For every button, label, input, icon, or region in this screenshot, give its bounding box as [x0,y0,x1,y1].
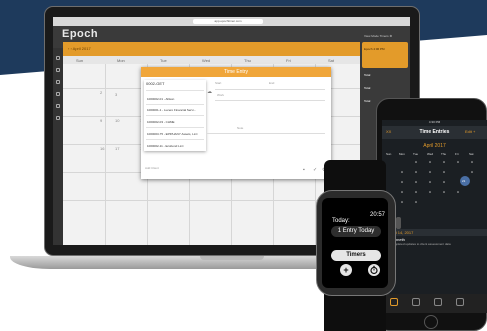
phone-home-button[interactable] [424,315,438,329]
note-field[interactable]: Note [237,126,243,130]
phone-weekday: Sun [386,152,392,156]
phone-nav-edit-button[interactable]: Edit + [465,129,475,134]
phone-weekday: Wed [427,152,434,156]
watch-timers-button[interactable]: Timers [331,250,381,261]
phone-calendar-dots [401,161,473,203]
phone-weekday: Fri [455,152,459,156]
cloud-icon: ☁ [207,89,212,95]
calendar-divider [105,64,106,245]
end-field[interactable]: End [269,81,274,85]
timer-tab-icon[interactable] [412,298,420,306]
weekday-label: Mon [117,58,125,63]
client-dropdown[interactable]: 0002-GET 1000002-01 - Allison 1000001-1 … [144,80,206,151]
app-logo: Epoch [62,28,99,40]
dropdown-option[interactable]: 1000001-1 - Lucero Financial Servi... [147,108,196,112]
check-icon[interactable]: ✓ [313,168,318,173]
dropdown-option[interactable]: 1000003-75 - EPIPHANY Assets, LLC [147,132,198,136]
calendar-weekday-row [63,56,360,64]
dropdown-option[interactable]: 1000002-03 - CHME [147,120,175,124]
clock-icon[interactable] [56,80,60,84]
time-entry-modal: Time Entry 0002-GET 1000002-01 - Allison… [141,67,331,179]
dropdown-option[interactable]: 1000002-01 - Allison [147,97,174,101]
add-client-link[interactable]: Add Client [145,166,159,170]
dropdown-option[interactable]: 1000002-11 - Ecobond LLC [147,144,184,148]
summary-card[interactable] [362,42,408,68]
phone-weekday: Mon [399,152,405,156]
dropdown-divider [146,115,204,116]
dropdown-divider [146,127,204,128]
watch-entries-pill[interactable]: 1 Entry Today [331,226,381,237]
field-underline [215,100,325,101]
weekday-label: Sat [328,58,335,63]
field-underline [215,89,325,90]
dropdown-divider [146,139,204,140]
field-underline [207,133,325,134]
day-number[interactable]: 3 [115,92,117,97]
day-number[interactable]: 9 [100,118,102,123]
calendar-tab-icon[interactable] [390,298,398,306]
dropdown-selected[interactable]: 0002-GET [146,81,164,86]
weekday-label: Thu [244,58,251,63]
calendar-icon[interactable] [56,68,60,72]
summary-row: Total [364,86,371,90]
timer-icon[interactable] [368,264,380,276]
device-showcase: app.epochtimer.com Epoch View Mode Timer… [0,0,487,331]
toolbar-month[interactable]: ‹ › April 2017 [68,46,91,51]
dropdown-divider [146,104,204,105]
calendar-toolbar [63,42,360,56]
work-field[interactable]: Work [217,93,224,97]
header-links[interactable]: View Mode Timers ⚙ [364,34,392,38]
day-number[interactable]: 10 [115,118,119,123]
summary-row: Total [364,73,371,77]
phone-weekday: Thu [441,152,447,156]
watch-crown[interactable] [396,217,401,229]
phone-weekday: Tue [413,152,419,156]
phone-month-label: April 2017 [423,143,446,149]
reports-tab-icon[interactable] [456,298,464,306]
phone-entry-description: Completed updates to client assessment d… [390,242,451,246]
phone-weekday: Sat [469,152,474,156]
modal-title: Time Entry [141,67,331,77]
settings-icon[interactable] [56,116,60,120]
weekday-label: Tue [160,58,167,63]
clients-tab-icon[interactable] [434,298,442,306]
weekday-label: Sun [76,58,84,63]
day-number[interactable]: 17 [115,146,119,151]
browser-url-field[interactable]: app.epochtimer.com [193,19,263,24]
day-number[interactable]: 2 [100,90,102,95]
phone-date-header: Fri 14, 2017 [382,229,487,236]
weekday-label: Wed [202,58,211,63]
chart-icon[interactable] [56,104,60,108]
weekday-label: Fri [286,58,291,63]
dropdown-divider [146,90,204,91]
watch-time: 20:57 [370,212,386,218]
users-icon[interactable] [56,92,60,96]
plus-icon[interactable]: + [340,264,352,276]
start-field[interactable]: Start [215,81,221,85]
watch-today-label: Today: [332,218,350,224]
home-icon[interactable] [56,56,60,60]
day-number[interactable]: 16 [100,146,104,151]
delete-icon[interactable]: ▪ [303,168,308,173]
sidebar [53,48,63,245]
laptop-notch [200,256,264,260]
summary-card-label: Epoch 4:06 PM [364,47,385,51]
phone-selected-day-label: 21 [462,179,466,183]
